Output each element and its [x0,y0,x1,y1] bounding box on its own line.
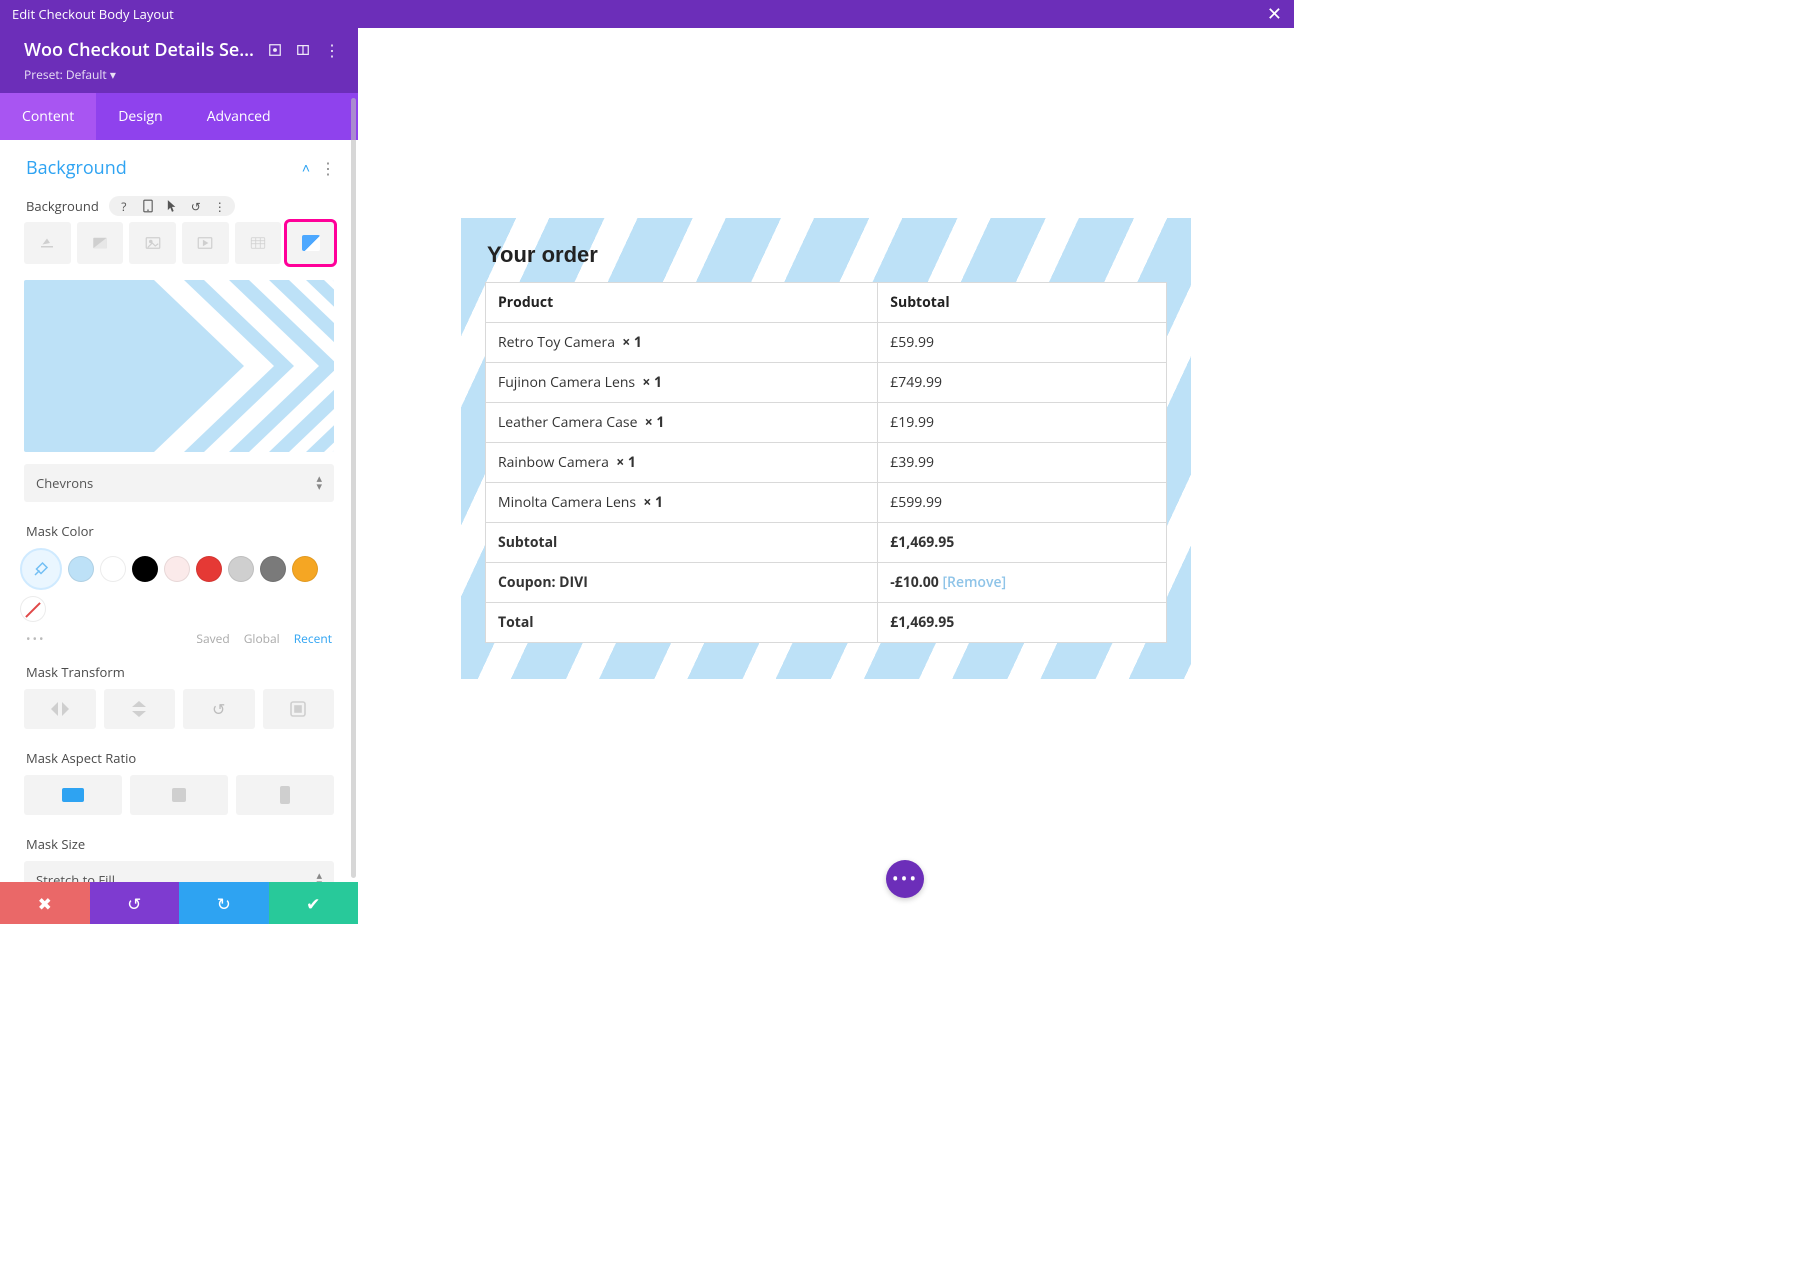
scrollbar[interactable] [351,98,356,878]
action-footer: ✖ ↺ ↻ ✔ [0,882,358,924]
bg-type-gradient[interactable] [77,222,124,264]
transform-flip-h-button[interactable] [24,689,96,729]
aspect-landscape-button[interactable] [24,775,122,815]
mask-aspect-label: Mask Aspect Ratio [0,743,358,775]
bg-type-video[interactable] [182,222,229,264]
kebab-icon[interactable]: ⋮ [324,42,340,58]
close-icon[interactable]: ✕ [1267,5,1282,23]
bg-type-color[interactable] [24,222,71,264]
expand-icon[interactable] [268,42,282,58]
total-row: Total£1,469.95 [486,603,1167,643]
more-icon[interactable]: ⋮ [213,199,227,213]
mask-transform-label: Mask Transform [0,657,358,689]
col-product: Product [486,283,878,323]
preset-value: Default [66,66,107,83]
undo-button[interactable]: ↺ [90,882,180,924]
cancel-button[interactable]: ✖ [0,882,90,924]
background-field-label: Background [26,197,99,215]
col-subtotal: Subtotal [878,283,1167,323]
transform-invert-button[interactable] [263,689,335,729]
table-row: Rainbow Camera × 1£39.99 [486,443,1167,483]
table-row: Fujinon Camera Lens × 1£749.99 [486,363,1167,403]
color-swatch[interactable] [68,556,94,582]
mask-size-label: Mask Size [0,829,358,861]
subtotal-row: Subtotal£1,469.95 [486,523,1167,563]
colors-tab-recent[interactable]: Recent [294,630,332,647]
tab-advanced[interactable]: Advanced [185,93,293,140]
more-swatches-icon[interactable]: ••• [26,630,46,647]
bg-type-image[interactable] [129,222,176,264]
color-swatch[interactable] [164,556,190,582]
settings-tabs: Content Design Advanced [0,93,358,140]
help-icon[interactable]: ? [117,199,131,213]
collapse-icon[interactable]: ˄ [302,159,310,178]
reset-icon[interactable]: ↺ [189,199,203,213]
mask-preview [24,280,334,452]
colors-tab-saved[interactable]: Saved [196,630,229,647]
color-swatch-none[interactable] [20,596,46,622]
mask-style-value: Chevrons [36,474,93,492]
preset-selector[interactable]: Preset: Default ▾ [24,66,340,83]
mobile-icon[interactable] [141,199,155,213]
color-swatch[interactable] [292,556,318,582]
coupon-remove-link[interactable]: [Remove] [942,573,1006,592]
preview-canvas: Your order Product Subtotal Retro Toy Ca… [358,28,1294,924]
bg-type-mask[interactable] [287,222,334,264]
select-carets-icon: ▴▾ [316,475,322,490]
chevron-down-icon: ▾ [110,66,116,83]
columns-icon[interactable] [296,42,310,58]
aspect-portrait-button[interactable] [236,775,334,815]
order-heading: Your order [487,242,1167,268]
bg-type-pattern[interactable] [235,222,282,264]
fab-menu-button[interactable]: ••• [886,860,924,898]
order-block: Your order Product Subtotal Retro Toy Ca… [461,218,1191,679]
eyedropper-button[interactable] [20,548,62,590]
aspect-square-button[interactable] [130,775,228,815]
color-swatch[interactable] [132,556,158,582]
coupon-row: Coupon: DIVI-£10.00 [Remove] [486,563,1167,603]
section-title-background[interactable]: Background [26,156,127,180]
transform-rotate-button[interactable]: ↺ [183,689,255,729]
table-row: Minolta Camera Lens × 1£599.99 [486,483,1167,523]
mask-color-label: Mask Color [0,516,358,548]
settings-sidebar: Woo Checkout Details Setti… ⋮ Preset: De… [0,28,358,924]
tab-content[interactable]: Content [0,93,96,140]
color-swatch[interactable] [260,556,286,582]
module-title: Woo Checkout Details Setti… [24,38,254,62]
order-table: Product Subtotal Retro Toy Camera × 1£59… [485,282,1167,643]
window-title: Edit Checkout Body Layout [12,5,174,23]
module-header: Woo Checkout Details Setti… ⋮ Preset: De… [0,28,358,93]
table-row: Leather Camera Case × 1£19.99 [486,403,1167,443]
colors-tab-global[interactable]: Global [244,630,280,647]
mask-style-select[interactable]: Chevrons ▴▾ [24,464,334,502]
preset-label: Preset: [24,66,63,83]
save-button[interactable]: ✔ [269,882,359,924]
color-swatch[interactable] [228,556,254,582]
redo-button[interactable]: ↻ [179,882,269,924]
titlebar: Edit Checkout Body Layout ✕ [0,0,1294,28]
transform-flip-v-button[interactable] [104,689,176,729]
color-swatch[interactable] [100,556,126,582]
table-row: Retro Toy Camera × 1£59.99 [486,323,1167,363]
tab-design[interactable]: Design [96,93,184,140]
section-kebab-icon[interactable]: ⋮ [320,157,336,179]
color-swatch[interactable] [196,556,222,582]
cursor-icon[interactable] [165,199,179,213]
